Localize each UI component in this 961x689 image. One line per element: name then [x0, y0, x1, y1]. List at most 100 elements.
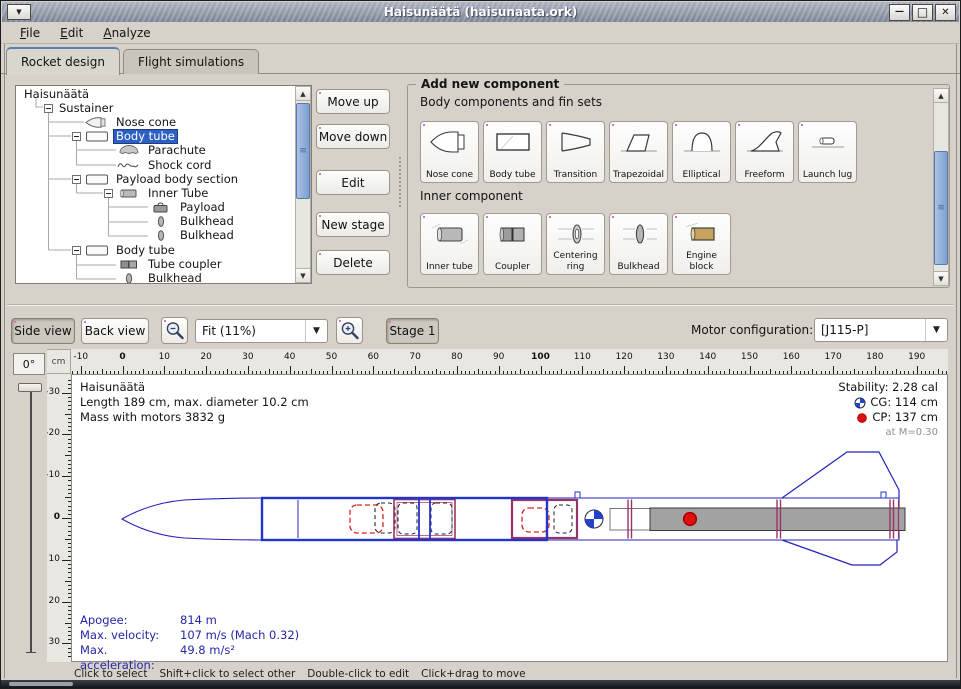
ruler-tick — [582, 366, 583, 374]
components-scrollbar-thumb[interactable]: ≡ — [934, 151, 948, 265]
tree-scrollbar[interactable]: ▲ ≡ ▼ — [295, 86, 311, 283]
scroll-down-icon[interactable]: ▼ — [934, 271, 948, 285]
window-controls: — □ ✕ — [887, 4, 956, 21]
ruler-tick — [415, 366, 416, 374]
add-body-tube-button[interactable]: Body tube — [483, 121, 542, 183]
add-coupler-button[interactable]: Coupler — [483, 213, 542, 275]
ruler-tick — [62, 393, 71, 394]
tree-item-inner-tube[interactable]: Inner Tube — [16, 186, 295, 200]
expander-icon[interactable] — [72, 132, 81, 141]
expander-icon[interactable] — [72, 246, 81, 255]
transition-icon — [554, 127, 598, 157]
titlebar[interactable]: ▼ Haisunäätä (haisunaata.ork) — □ ✕ — [2, 2, 959, 22]
zoom-in-button[interactable] — [336, 317, 363, 344]
add-inner-tube-button[interactable]: Inner tube — [420, 213, 479, 275]
bulkhead-icon — [617, 219, 661, 249]
menu-file[interactable]: File — [10, 24, 50, 42]
component-button-label: Nose cone — [426, 170, 473, 180]
add-engine-block-button[interactable]: Engine block — [672, 213, 731, 275]
add-transition-button[interactable]: Transition — [546, 121, 605, 183]
components-scrollbar[interactable]: ▲ ≡ ▼ — [933, 88, 949, 286]
scroll-down-icon[interactable]: ▼ — [296, 268, 310, 282]
tree-item-body-tube[interactable]: Body tube — [16, 243, 295, 257]
scroll-up-icon[interactable]: ▲ — [296, 87, 310, 101]
add-trapezoidal-button[interactable]: Trapezoidal — [609, 121, 668, 183]
ruler-tick — [81, 366, 82, 374]
tab-flight-simulations[interactable]: Flight simulations — [123, 49, 259, 74]
add-launch-lug-button[interactable]: Launch lug — [798, 121, 857, 183]
tree-item-parachute[interactable]: Parachute — [16, 144, 295, 158]
ruler-label: 50 — [320, 352, 344, 362]
shock-cord-icon — [117, 160, 141, 171]
move-down-button[interactable]: Move down — [316, 124, 390, 149]
stage-1-toggle[interactable]: Stage 1 — [386, 318, 439, 344]
add-elliptical-button[interactable]: Elliptical — [672, 121, 731, 183]
expander-icon[interactable] — [44, 104, 53, 113]
tree-item-shock-cord[interactable]: Shock cord — [16, 158, 295, 172]
add-centering-ring-button[interactable]: Centering ring — [546, 213, 605, 275]
ruler-label: 130 — [654, 352, 678, 362]
ruler-label: 30 — [47, 637, 60, 647]
ruler-tick — [332, 366, 333, 374]
component-button-label: Bulkhead — [617, 262, 659, 272]
expander-icon[interactable] — [72, 175, 81, 184]
bulkhead-icon — [117, 273, 141, 284]
rotation-slider-track[interactable] — [30, 387, 32, 653]
rocket-canvas[interactable]: Haisunäätä Length 189 cm, max. diameter … — [71, 374, 948, 662]
tree-item-tube-coupler[interactable]: Tube coupler — [16, 257, 295, 271]
ruler-tick — [666, 366, 667, 374]
move-up-button[interactable]: Move up — [316, 89, 390, 114]
magnifier-plus-icon — [339, 320, 361, 342]
tree-item-label: Shock cord — [146, 159, 213, 172]
add-bulkhead-button[interactable]: Bulkhead — [609, 213, 668, 275]
window-menu-button[interactable]: ▼ — [7, 4, 31, 20]
new-stage-button[interactable]: New stage — [316, 212, 390, 237]
ruler-unit-label: cm — [47, 349, 71, 374]
delete-button[interactable]: Delete — [316, 250, 390, 275]
component-button-label: Launch lug — [803, 170, 852, 180]
component-button-label: Body tube — [489, 170, 535, 180]
add-freeform-button[interactable]: Freeform — [735, 121, 794, 183]
zoom-out-button[interactable] — [161, 317, 188, 344]
add-nose-cone-button[interactable]: Nose cone — [420, 121, 479, 183]
tree-item-bulkhead[interactable]: Bulkhead — [16, 215, 295, 229]
tree-item-haisun-t[interactable]: Haisunäätä — [16, 87, 295, 101]
tree-item-label: Bulkhead — [178, 215, 236, 228]
edit-button[interactable]: Edit — [316, 170, 390, 195]
ruler-tick — [123, 366, 124, 374]
menu-edit[interactable]: Edit — [50, 24, 93, 42]
flight-summary: Apogee:814 m Max. velocity:107 m/s (Mach… — [80, 613, 299, 673]
resize-grip[interactable] — [9, 682, 73, 686]
inner-tube-icon — [428, 219, 472, 249]
scroll-up-icon[interactable]: ▲ — [934, 89, 948, 103]
minimize-button[interactable]: — — [889, 4, 910, 21]
ruler-label: 180 — [863, 352, 887, 362]
ruler-label: 140 — [696, 352, 720, 362]
maximize-button[interactable]: □ — [912, 4, 933, 21]
tab-rocket-design[interactable]: Rocket design — [6, 47, 120, 75]
ruler-label: -30 — [47, 387, 60, 397]
tree-item-nose-cone[interactable]: Nose cone — [16, 115, 295, 129]
tree-item-label: Sustainer — [57, 102, 115, 115]
motor-configuration-select[interactable]: [J115-P] ▼ — [814, 318, 948, 342]
apogee-value: 814 m — [180, 613, 217, 628]
rotation-slider-thumb[interactable] — [18, 383, 42, 392]
tree-scrollbar-thumb[interactable]: ≡ — [296, 103, 310, 199]
ruler-tick — [708, 366, 709, 374]
tree-item-payload-body-section[interactable]: Payload body section — [16, 172, 295, 186]
tree-item-bulkhead[interactable]: Bulkhead — [16, 229, 295, 243]
tree-item-payload[interactable]: Payload — [16, 201, 295, 215]
tree-item-body-tube[interactable]: Body tube — [16, 130, 295, 144]
tree-item-sustainer[interactable]: Sustainer — [16, 101, 295, 115]
zoom-level-select[interactable]: Fit (11%) ▼ — [195, 319, 328, 343]
tree-item-label: Nose cone — [114, 116, 178, 129]
side-view-button[interactable]: Side view — [11, 318, 75, 344]
back-view-button[interactable]: Back view — [81, 318, 149, 344]
tree-item-bulkhead[interactable]: Bulkhead — [16, 271, 295, 284]
menu-analyze[interactable]: Analyze — [93, 24, 160, 42]
expander-icon[interactable] — [104, 189, 113, 198]
splitter-grip[interactable] — [398, 156, 403, 208]
close-button[interactable]: ✕ — [935, 4, 956, 21]
elliptical-fin-icon — [680, 127, 724, 157]
hint-click: Click to select — [74, 668, 147, 680]
